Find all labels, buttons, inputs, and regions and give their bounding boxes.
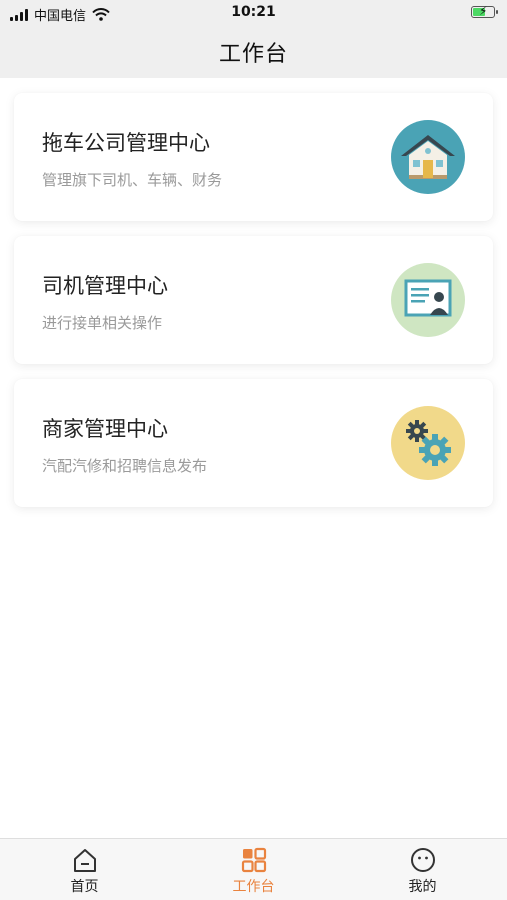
top-bar: 中国电信 10:21 ⚡ 工作台: [0, 0, 507, 78]
smiley-icon: [410, 848, 435, 872]
status-time: 10:21: [231, 4, 276, 20]
card-subtitle: 汽配汽修和招聘信息发布: [42, 457, 208, 475]
card-subtitle: 进行接单相关操作: [42, 314, 163, 332]
card-subtitle: 管理旗下司机、车辆、财务: [42, 171, 223, 189]
page-title: 工作台: [218, 42, 288, 67]
status-bar: 中国电信 10:21 ⚡: [0, 0, 507, 26]
house-icon: [391, 120, 465, 194]
id-card-icon: [391, 263, 465, 337]
tab-mine[interactable]: 我的: [338, 839, 507, 900]
tab-label: 首页: [70, 879, 99, 895]
card-title: 司机管理中心: [42, 274, 168, 298]
card-title: 拖车公司管理中心: [42, 131, 210, 155]
card-title: 商家管理中心: [42, 417, 168, 441]
tab-workbench[interactable]: 工作台: [169, 839, 338, 900]
battery-icon: ⚡: [471, 4, 498, 18]
tab-label: 我的: [408, 879, 437, 895]
card-tow-company-center[interactable]: 拖车公司管理中心 管理旗下司机、车辆、财务: [14, 93, 493, 221]
card-merchant-center[interactable]: 商家管理中心 汽配汽修和招聘信息发布: [14, 379, 493, 507]
tab-bar: 首页 工作台 我的: [0, 838, 507, 900]
grid-icon: [241, 847, 266, 873]
gears-icon: [391, 406, 465, 480]
tab-home[interactable]: 首页: [0, 839, 169, 900]
card-driver-center[interactable]: 司机管理中心 进行接单相关操作: [14, 236, 493, 364]
home-icon: [73, 849, 96, 872]
tab-label: 工作台: [232, 879, 275, 895]
